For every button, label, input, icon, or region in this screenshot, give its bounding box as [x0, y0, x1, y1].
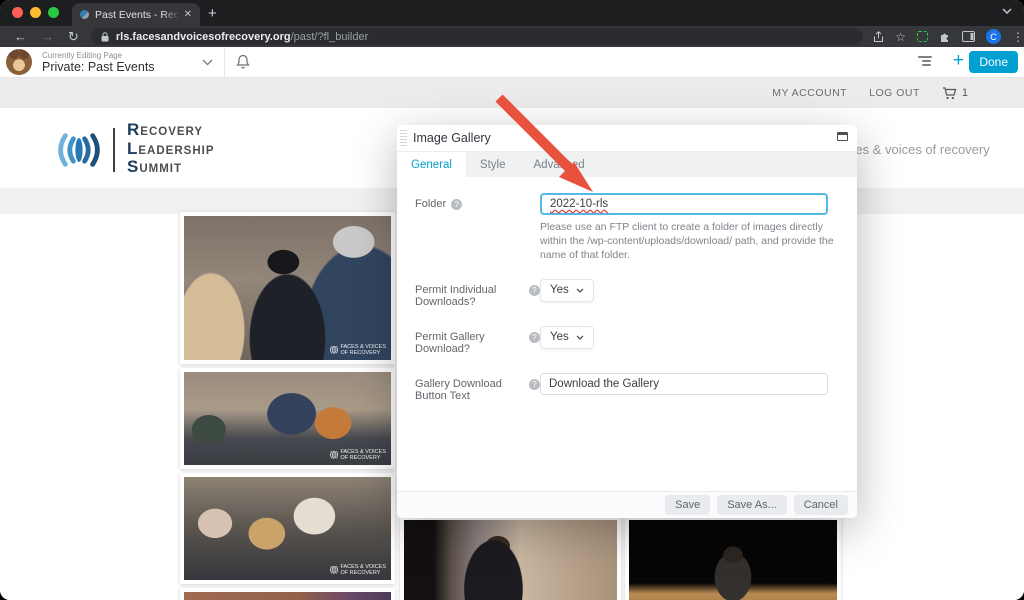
- logo-word-summit: Summit: [127, 159, 215, 178]
- url-host: rls.facesandvoicesofrecovery.org: [116, 31, 291, 43]
- gallery-photo-2[interactable]: ((|)) FACES & VOICESOF RECOVERY: [180, 368, 395, 469]
- beaver-builder-logo-icon[interactable]: [6, 49, 32, 75]
- lock-icon: [101, 32, 109, 42]
- window-zoom-button[interactable]: [48, 7, 59, 18]
- reload-icon[interactable]: ↻: [68, 29, 79, 45]
- help-icon[interactable]: ?: [451, 199, 462, 210]
- extensions-puzzle-icon[interactable]: [939, 31, 951, 43]
- modal-tab-bar: General Style Advanced: [397, 152, 857, 177]
- button-text-value: Download the Gallery: [549, 378, 659, 390]
- profile-avatar[interactable]: C: [986, 29, 1001, 44]
- image-gallery-settings-modal: Image Gallery General Style Advanced Fol…: [397, 125, 857, 518]
- window-close-button[interactable]: [12, 7, 23, 18]
- button-text-label: Gallery Download Button Text: [415, 378, 524, 402]
- button-text-input[interactable]: Download the Gallery: [540, 373, 828, 395]
- outline-panel-icon[interactable]: [918, 56, 932, 68]
- bookmark-star-icon[interactable]: ☆: [895, 30, 906, 44]
- window-mode-icon[interactable]: [837, 132, 848, 141]
- folder-label: Folder: [415, 198, 446, 210]
- builder-kicker: Currently Editing Page: [42, 51, 122, 60]
- logo-wordmark: Recovery Leadership Summit: [127, 122, 215, 178]
- site-tagline: faces & voices of recovery: [838, 142, 990, 157]
- window-minimize-button[interactable]: [30, 7, 41, 18]
- modal-footer: Save Save As... Cancel: [397, 491, 857, 518]
- modal-title: Image Gallery: [413, 131, 491, 145]
- address-bar[interactable]: rls.facesandvoicesofrecovery.org/past/?f…: [91, 28, 863, 45]
- drag-handle-icon[interactable]: [400, 130, 407, 146]
- browser-menu-icon[interactable]: ⋮: [1012, 30, 1024, 44]
- notifications-bell-icon[interactable]: [236, 54, 250, 69]
- builder-page-chevron-icon[interactable]: [202, 59, 213, 66]
- log-out-link[interactable]: LOG OUT: [869, 87, 920, 99]
- save-button[interactable]: Save: [665, 495, 710, 515]
- permit-gallery-select[interactable]: Yes: [540, 326, 594, 349]
- tab-favicon-icon: [80, 10, 89, 19]
- permit-gallery-row: Permit Gallery Download? ? Yes: [415, 326, 829, 355]
- builder-top-bar: Currently Editing Page Private: Past Eve…: [0, 47, 1024, 78]
- tab-search-chevron-icon[interactable]: [1002, 8, 1012, 14]
- sidebar-icon[interactable]: [962, 31, 975, 42]
- screen: Past Events - Recovery Leader ✕ + ← → ↻ …: [0, 0, 1024, 600]
- gallery-photo-1[interactable]: ((|)) FACES & VOICESOF RECOVERY: [180, 212, 395, 364]
- tab-close-icon[interactable]: ✕: [184, 9, 192, 20]
- url-text: rls.facesandvoicesofrecovery.org/past/?f…: [116, 31, 368, 43]
- photo-watermark: ((|)) FACES & VOICESOF RECOVERY: [330, 344, 386, 356]
- help-icon[interactable]: ?: [529, 332, 540, 343]
- modal-header[interactable]: Image Gallery: [397, 125, 857, 152]
- help-icon[interactable]: ?: [529, 285, 540, 296]
- permit-individual-select[interactable]: Yes: [540, 279, 594, 302]
- browser-tab-strip: Past Events - Recovery Leader ✕ +: [0, 0, 1024, 26]
- save-as-button[interactable]: Save As...: [717, 495, 787, 515]
- browser-tab[interactable]: Past Events - Recovery Leader ✕: [72, 3, 200, 26]
- button-text-row: Gallery Download Button Text ? Download …: [415, 373, 829, 402]
- tab-title: Past Events - Recovery Leader: [95, 9, 180, 21]
- logo-word-leadership: Leadership: [127, 141, 215, 160]
- cart-count: 1: [962, 87, 968, 99]
- builder-page-title: Private: Past Events: [42, 60, 155, 74]
- folder-input[interactable]: 2022-10-rls: [540, 193, 828, 215]
- tab-general[interactable]: General: [397, 152, 466, 177]
- watermark-waves-icon: ((|)): [330, 452, 338, 458]
- url-path: /past/?fl_builder: [291, 31, 369, 43]
- photo-watermark: ((|)) FACES & VOICESOF RECOVERY: [330, 449, 386, 461]
- folder-field-row: Folder ? 2022-10-rls Please use an FTP c…: [415, 193, 829, 263]
- logo-waves-icon: [55, 130, 103, 170]
- forward-icon[interactable]: →: [41, 29, 54, 44]
- logo-divider: [113, 128, 115, 172]
- help-icon[interactable]: ?: [529, 379, 540, 390]
- gallery-photo-4[interactable]: [180, 588, 395, 600]
- new-tab-button[interactable]: +: [208, 5, 217, 23]
- gallery-photo-6[interactable]: [625, 516, 841, 600]
- permit-individual-row: Permit Individual Downloads? ? Yes: [415, 279, 829, 308]
- site-logo[interactable]: Recovery Leadership Summit: [55, 122, 215, 178]
- permit-individual-label: Permit Individual Downloads?: [415, 284, 524, 308]
- modal-body: Folder ? 2022-10-rls Please use an FTP c…: [397, 177, 857, 402]
- watermark-waves-icon: ((|)): [330, 347, 338, 353]
- permit-gallery-label: Permit Gallery Download?: [415, 331, 524, 355]
- permit-gallery-value: Yes: [550, 331, 569, 343]
- cart-link[interactable]: 1: [942, 87, 968, 100]
- permit-individual-value: Yes: [550, 284, 569, 296]
- gallery-photo-3[interactable]: ((|)) FACES & VOICESOF RECOVERY: [180, 473, 395, 584]
- gallery-photo-5[interactable]: [400, 516, 621, 600]
- cancel-button[interactable]: Cancel: [794, 495, 848, 515]
- extension-capture-icon[interactable]: [917, 31, 928, 42]
- utility-nav: MY ACCOUNT LOG OUT 1: [0, 78, 1024, 108]
- done-button[interactable]: Done: [969, 51, 1018, 73]
- browser-toolbar: ← → ↻ rls.facesandvoicesofrecovery.org/p…: [0, 26, 1024, 47]
- add-content-button[interactable]: +: [953, 50, 964, 72]
- my-account-link[interactable]: MY ACCOUNT: [772, 87, 847, 99]
- back-icon[interactable]: ←: [14, 29, 27, 44]
- photo-watermark: ((|)) FACES & VOICESOF RECOVERY: [330, 564, 386, 576]
- logo-word-recovery: Recovery: [127, 122, 215, 141]
- tab-style[interactable]: Style: [466, 152, 520, 177]
- folder-value: 2022-10-rls: [550, 198, 608, 210]
- folder-help-text: Please use an FTP client to create a fol…: [540, 220, 840, 263]
- tab-advanced[interactable]: Advanced: [520, 152, 599, 177]
- divider: [224, 48, 225, 77]
- share-icon[interactable]: [873, 31, 884, 43]
- watermark-waves-icon: ((|)): [330, 567, 338, 573]
- cart-icon: [942, 87, 957, 100]
